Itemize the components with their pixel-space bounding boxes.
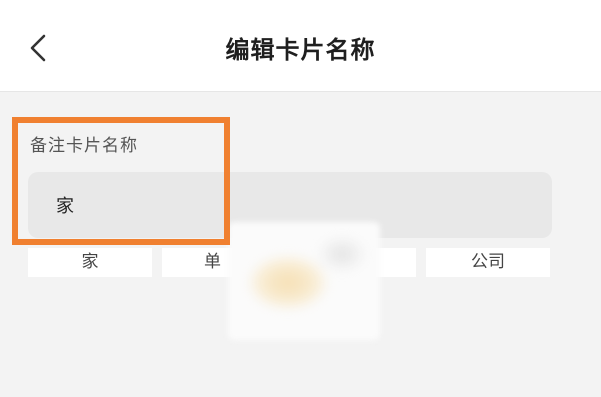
blurred-image-shadow bbox=[318, 236, 366, 272]
header-bar: 编辑卡片名称 bbox=[0, 0, 601, 92]
card-name-label: 备注卡片名称 bbox=[30, 136, 138, 156]
suggestion-chip-home[interactable]: 家 bbox=[28, 248, 152, 277]
blurred-image bbox=[248, 255, 328, 310]
page-title: 编辑卡片名称 bbox=[225, 36, 376, 64]
suggestion-chip-company[interactable]: 公司 bbox=[426, 248, 550, 277]
